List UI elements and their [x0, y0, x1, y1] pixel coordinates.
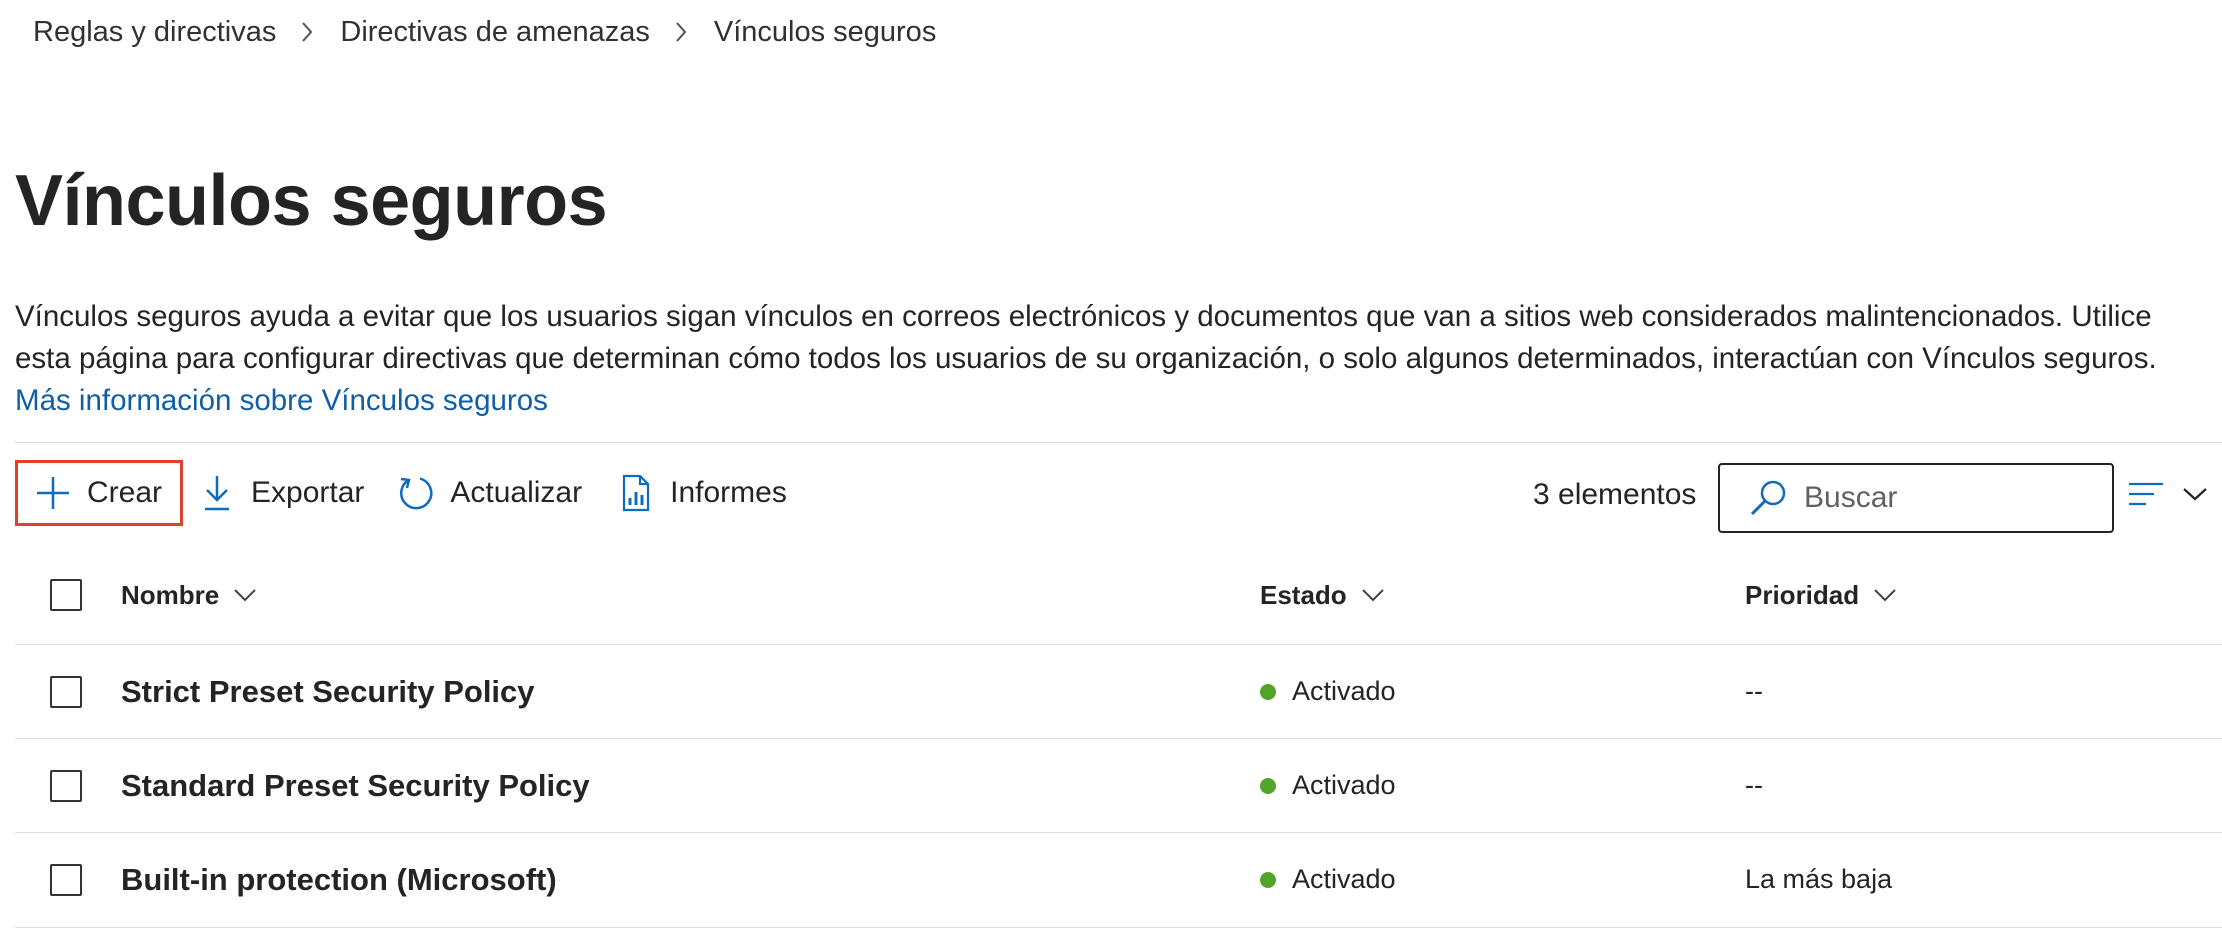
search-icon — [1748, 478, 1788, 518]
table-row[interactable]: Strict Preset Security Policy Activado -… — [15, 644, 2222, 738]
chevron-right-icon — [300, 21, 314, 43]
search-input[interactable]: Buscar — [1804, 481, 1897, 515]
description-text: Vínculos seguros ayuda a evitar que los … — [15, 300, 2157, 375]
priority-cell: La más baja — [1745, 864, 1893, 894]
breadcrumb-item-current: Vínculos seguros — [713, 15, 937, 48]
column-header-label: Nombre — [121, 579, 220, 610]
status-dot-icon — [1260, 871, 1276, 888]
status-dot-icon — [1260, 683, 1276, 700]
chevron-down-icon — [234, 589, 256, 602]
create-label: Crear — [87, 476, 163, 509]
refresh-button[interactable]: Actualizar — [396, 460, 582, 526]
policy-name[interactable]: Standard Preset Security Policy — [121, 768, 590, 804]
column-header-label: Prioridad — [1745, 579, 1860, 610]
chevron-down-icon — [1361, 589, 1384, 602]
table-header: Nombre Estado Prioridad — [15, 560, 2222, 630]
breadcrumb-item-rules[interactable]: Reglas y directivas — [33, 16, 276, 49]
table-row[interactable]: Standard Preset Security Policy Activado… — [15, 738, 2222, 832]
priority-cell: -- — [1745, 676, 1763, 706]
refresh-label: Actualizar — [450, 476, 583, 509]
table-bottom-divider — [15, 927, 2222, 928]
policy-name[interactable]: Built-in protection (Microsoft) — [121, 862, 557, 898]
status-text: Activado — [1292, 676, 1396, 706]
column-header-state[interactable]: Estado — [1260, 580, 1385, 611]
chevron-down-icon — [1874, 589, 1896, 602]
status-cell: Activado — [1260, 864, 1396, 895]
reports-label: Informes — [670, 476, 787, 509]
row-checkbox[interactable] — [50, 769, 82, 802]
create-button[interactable]: Crear — [15, 460, 183, 526]
status-cell: Activado — [1260, 770, 1396, 801]
status-dot-icon — [1260, 777, 1276, 794]
refresh-icon — [396, 473, 436, 513]
row-checkbox[interactable] — [50, 863, 82, 896]
status-text: Activado — [1292, 864, 1396, 894]
learn-more-link[interactable]: Más información sobre Vínculos seguros — [15, 384, 548, 417]
column-header-priority[interactable]: Prioridad — [1745, 580, 1897, 611]
download-icon — [197, 473, 237, 513]
column-header-label: Estado — [1260, 579, 1347, 610]
page-title: Vínculos seguros — [15, 161, 608, 241]
row-checkbox[interactable] — [50, 675, 82, 708]
table-row[interactable]: Built-in protection (Microsoft) Activado… — [15, 832, 2222, 926]
reports-button[interactable]: Informes — [616, 460, 787, 526]
list-view-icon — [2128, 480, 2164, 513]
plus-icon — [33, 473, 73, 513]
command-bar: Crear Exportar Actualizar Informes — [15, 460, 787, 526]
breadcrumb-item-threat-policies[interactable]: Directivas de amenazas — [340, 16, 649, 49]
report-icon — [616, 473, 656, 513]
export-label: Exportar — [251, 476, 365, 509]
view-options-button[interactable] — [2128, 474, 2208, 518]
policy-name[interactable]: Strict Preset Security Policy — [121, 674, 535, 710]
divider — [15, 442, 2222, 443]
status-text: Activado — [1292, 770, 1396, 800]
chevron-right-icon — [674, 21, 688, 43]
breadcrumb: Reglas y directivas Directivas de amenaz… — [33, 10, 936, 54]
column-header-name[interactable]: Nombre — [121, 580, 257, 611]
select-all-checkbox[interactable] — [50, 579, 82, 611]
page-description: Vínculos seguros ayuda a evitar que los … — [15, 296, 2215, 422]
export-button[interactable]: Exportar — [197, 460, 364, 526]
item-count: 3 elementos — [1533, 478, 1697, 511]
search-box[interactable]: Buscar — [1718, 463, 2114, 533]
priority-cell: -- — [1745, 770, 1763, 800]
chevron-down-icon — [2182, 486, 2208, 507]
status-cell: Activado — [1260, 676, 1396, 707]
